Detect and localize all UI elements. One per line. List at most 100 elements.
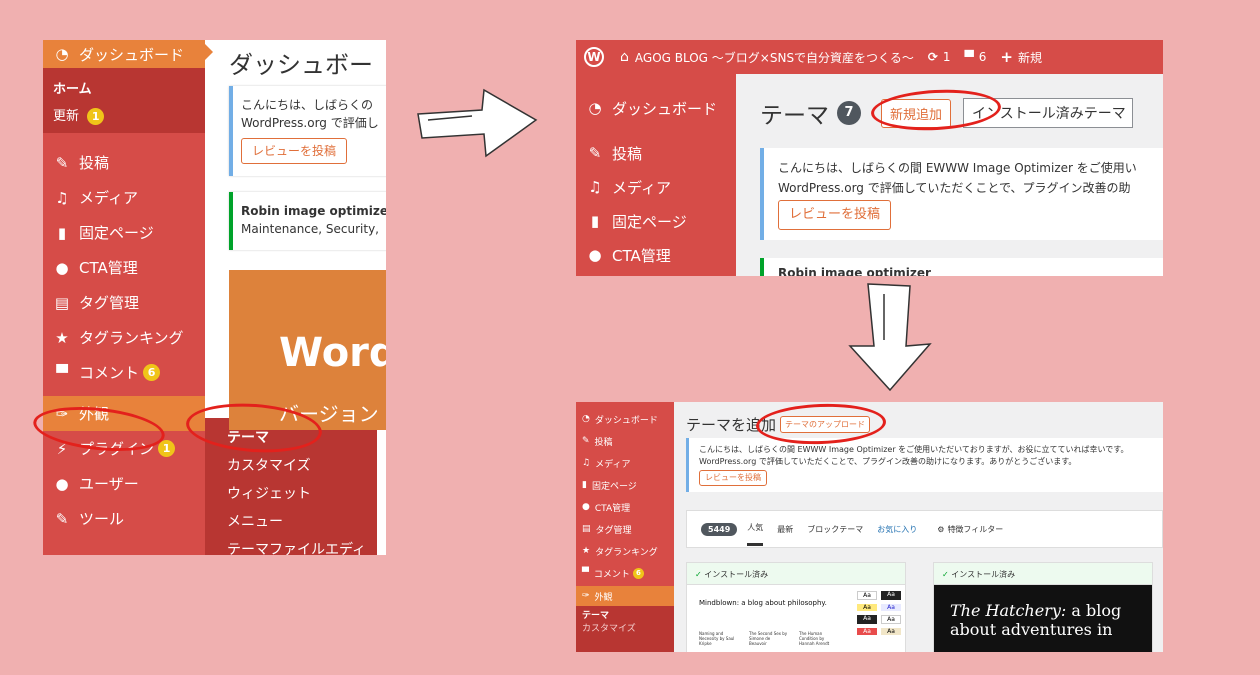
page-title-text: テーマ [760,103,829,129]
updates-count[interactable]: 1 [943,50,951,64]
submenu-item[interactable]: カスタマイズ [205,452,377,480]
sidebar-item-update[interactable]: 更新 1 [53,105,195,125]
sidebar-item-label: 外観 [594,592,613,603]
sidebar-item-label: ダッシュボード [79,45,185,64]
menu-icon: ★ [582,546,591,556]
notice-title: Robin image optimizer [241,204,386,218]
sidebar-item-dashboard[interactable]: ◔ ダッシュボード [43,40,205,68]
sidebar-item[interactable]: ▤ タグ管理 [576,520,674,538]
installed-label: インストール済み [951,570,1016,579]
sidebar-item-label: ダッシュボード [612,99,718,118]
sidebar-item-tags[interactable]: ▤ タグ管理 [43,285,205,320]
filter-bar: 5449 人気 最新 ブロックテーマ お気に入り ⚙ 特徴フィルター [686,510,1163,548]
notice-text: こんにちは、しばらくの [241,98,374,112]
sidebar-item[interactable]: ♫ メディア [576,454,674,472]
sidebar-item-tools[interactable]: ✎ ツール [43,501,205,536]
panel-1: ◔ ダッシュボード ホーム 更新 1 ✎ 投稿 ♫ メディア ▮ 固定ページ ● CTA管理 ▤… [43,40,386,555]
notice-text: WordPress.org で評価していただくことで、プラグイン改善の助 [778,181,1131,195]
sidebar-item[interactable]: ▮ 固定ページ [576,476,674,494]
submenu-item[interactable]: メニュー [205,508,377,536]
sidebar-item[interactable]: ◔ ダッシュボード [576,410,674,428]
update-label: 更新 [53,109,80,124]
notice-text: WordPress.org で評価していただくことで、プラグイン改善の助けになり… [699,457,1077,466]
sidebar-item[interactable]: ✎ 投稿 [576,136,736,170]
panel-2: W ⌂ AGOG BLOG ～ブログ×SNSで自分資産をつくる～ ⟳ 1 ▀ 6… [576,40,1163,276]
user-icon: ● [55,474,69,493]
sidebar-item-label: 投稿 [612,144,643,163]
menu-icon: ▮ [582,480,587,490]
feature-filter-button[interactable]: 特徴フィルター [947,524,1003,535]
theme-preview: The Hatchery: a blog about adventures in [934,585,1152,652]
tab-popular[interactable]: 人気 [747,512,764,546]
sidebar-item-posts[interactable]: ✎ 投稿 [43,145,205,180]
review-button[interactable]: レビューを投稿 [778,200,892,230]
sidebar-item-label: CTA管理 [612,246,671,265]
tab-latest[interactable]: 最新 [777,524,793,535]
cta-icon: ● [55,258,69,277]
submenu-item[interactable]: ウィジェット [205,480,377,508]
sidebar: ◔ ダッシュボード ホーム 更新 1 ✎ 投稿 ♫ メディア ▮ 固定ページ ● CTA管理 ▤… [43,40,205,555]
plus-icon: + [1000,48,1013,66]
review-button[interactable]: レビューを投稿 [699,470,767,486]
arrow-down-icon [848,283,932,392]
comments-count[interactable]: 6 [979,50,987,64]
submenu-item-customize[interactable]: カスタマイズ [582,623,668,636]
menu-icon: ✎ [588,144,602,162]
posts-icon: ✎ [55,153,69,172]
sidebar-item[interactable]: ● CTA管理 [576,498,674,516]
sidebar-item-pages[interactable]: ▮ 固定ページ [43,215,205,250]
sidebar-item-label: 固定ページ [612,212,687,231]
theme-card[interactable]: ✓ インストール済み Mindblown: a blog about philo… [686,562,906,652]
sidebar-item-label: CTA管理 [594,503,631,514]
tab-favorites[interactable]: お気に入り [877,524,917,535]
review-button[interactable]: レビューを投稿 [241,138,348,164]
style-swatches: Aa Aa Aa Aa Aa Aa Aa Aa [857,591,901,635]
panel-3: ◔ ダッシュボード ✎ 投稿 ♫ メディア ▮ 固定ページ ● CTA管理 ▤ タグ管理 ★ タグランキン… [576,402,1163,652]
sidebar-item-home[interactable]: ホーム [53,78,195,97]
sidebar-item[interactable]: ▮ 固定ページ [576,204,736,238]
sidebar-item-tag-ranking[interactable]: ★ タグランキング [43,320,205,355]
plugins-count-badge: 1 [158,440,176,457]
sidebar-item[interactable]: ✎ 投稿 [576,432,674,450]
theme-preview-title: Mindblown: a blog about philosophy. [699,599,827,607]
sidebar-item-label: 投稿 [594,437,613,448]
comment-icon: ▀ [56,363,68,382]
notice-review: こんにちは、しばらくの間 EWWW Image Optimizer をご使用いた… [686,438,1163,492]
notice-text: こんにちは、しばらくの間 EWWW Image Optimizer をご使用い [778,161,1137,175]
theme-count-badge: 7 [837,101,861,125]
submenu-item-theme[interactable]: テーマ [582,610,668,623]
admin-bar: W ⌂ AGOG BLOG ～ブログ×SNSで自分資産をつくる～ ⟳ 1 ▀ 6… [576,40,1163,74]
sidebar-item[interactable]: ▀ コメント 6 [576,564,674,582]
theme-preview-title-italic: The Hatchery: [950,601,1067,620]
site-title-link[interactable]: AGOG BLOG ～ブログ×SNSで自分資産をつくる～ [635,49,914,66]
pages-icon: ▮ [57,223,67,242]
sidebar: ◔ ダッシュボード ✎ 投稿 ♫ メディア ▮ 固定ページ ● CTA管理 [576,74,736,276]
sidebar-item[interactable]: ★ タグランキング [576,542,674,560]
sidebar-item-label: コメント [593,569,630,580]
installed-banner: ✓ インストール済み [934,563,1152,585]
home-icon: ⌂ [620,49,629,65]
sidebar-item-cta[interactable]: ● CTA管理 [43,250,205,285]
sidebar-item-comments[interactable]: ▀ コメント 6 [43,355,205,390]
sidebar-item-appearance[interactable]: ✑ 外観 [576,586,674,606]
notice-title: Robin image optimizer [778,266,931,276]
theme-card[interactable]: ✓ インストール済み The Hatchery: a blog about ad… [933,562,1153,652]
updates-icon: ⟳ [927,50,938,64]
comment-icon: ▀ [964,50,974,64]
menu-icon: ● [588,246,602,264]
sidebar-item-label: タグランキング [79,329,184,347]
sidebar-item[interactable]: ● CTA管理 [576,238,736,272]
sidebar-item[interactable]: ♫ メディア [576,170,736,204]
sidebar-item-label: メディア [79,189,138,207]
sidebar-item-label: ツール [79,510,125,528]
book-item: The Human Condition by Hannah Arendt [799,631,830,646]
wordpress-logo-icon[interactable]: W [584,47,604,67]
wrench-icon: ✎ [55,509,69,528]
sidebar-item-users[interactable]: ● ユーザー [43,466,205,501]
sidebar-item-dashboard[interactable]: ◔ ダッシュボード [576,90,736,126]
tab-block-themes[interactable]: ブロックテーマ [807,524,863,535]
dashboard-pointer [205,44,213,60]
sidebar-item-media[interactable]: ♫ メディア [43,180,205,215]
new-link[interactable]: 新規 [1018,49,1042,66]
submenu-item[interactable]: テーマファイルエディ [205,536,377,555]
